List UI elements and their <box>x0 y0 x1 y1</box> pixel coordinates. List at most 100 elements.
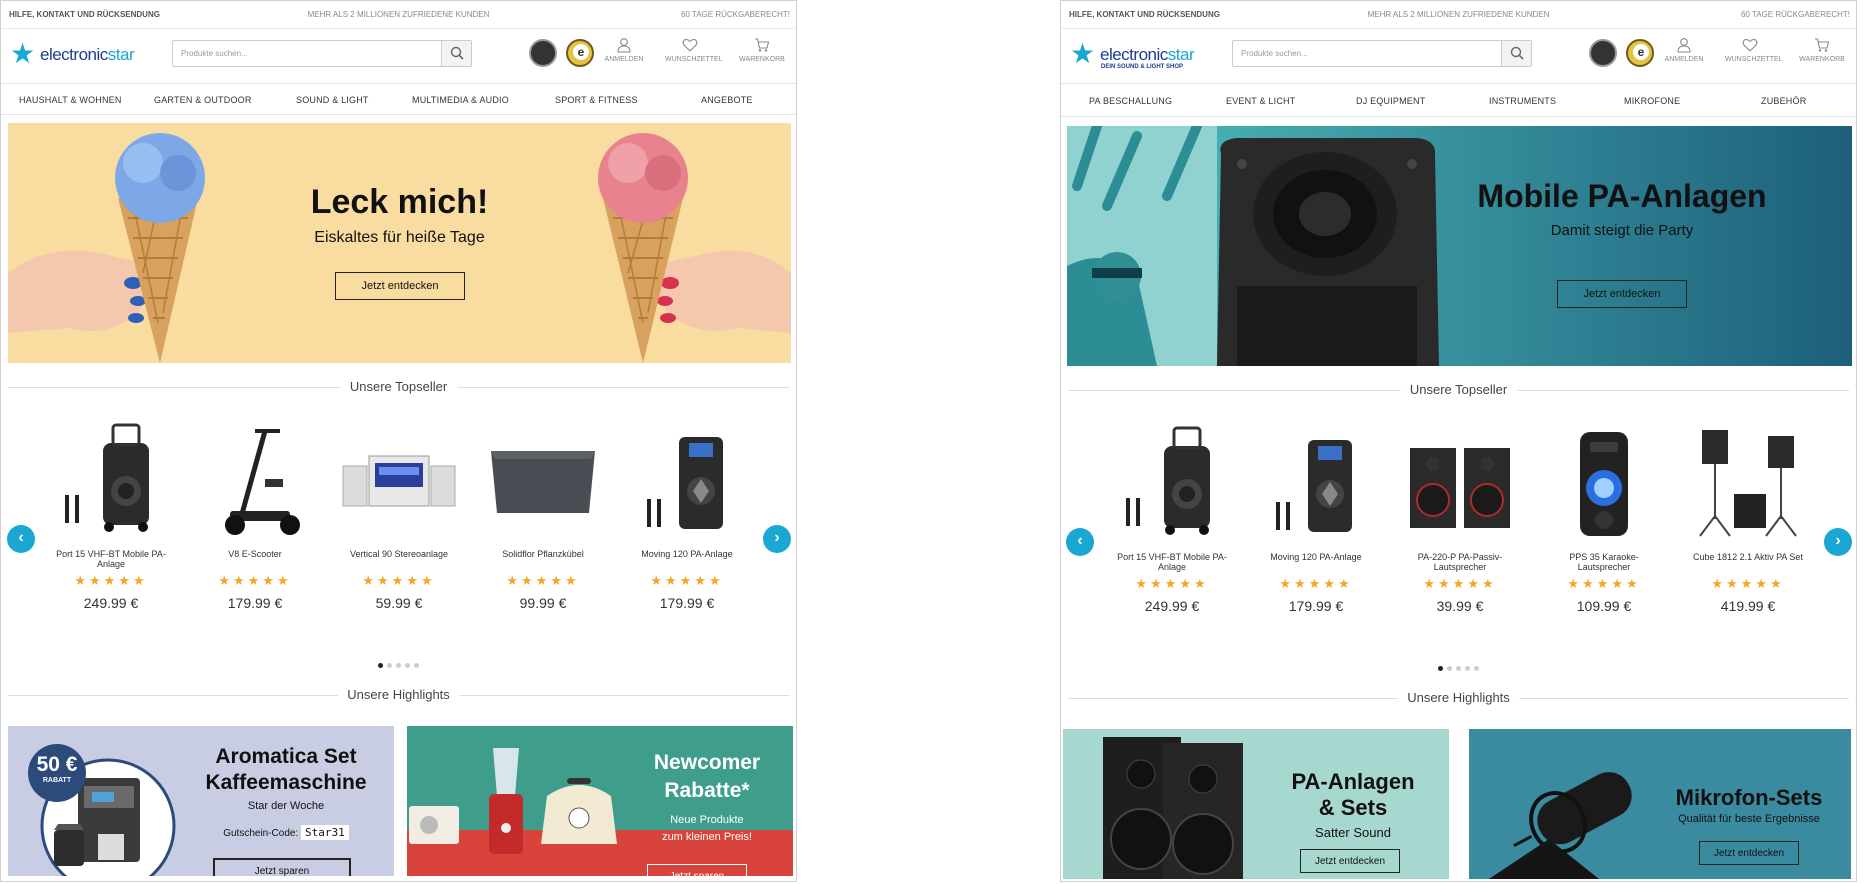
highlights-heading: Unsere Highlights <box>1061 690 1856 706</box>
star-logo-icon: ★ <box>10 38 36 69</box>
highlight-tile-newcomer[interactable]: Newcomer Rabatte* Neue Produkte zum klei… <box>407 726 793 876</box>
search-box <box>172 40 472 67</box>
carousel-dot[interactable] <box>1438 666 1443 671</box>
trust-seal-badge[interactable] <box>529 39 557 67</box>
highlight-tile-mic[interactable]: Mikrofon-Sets Qualität für beste Ergebni… <box>1469 729 1851 879</box>
carousel-dot[interactable] <box>396 663 401 668</box>
search-input[interactable] <box>1233 41 1501 66</box>
highlight-tile-pa[interactable]: PA-Anlagen & Sets Satter Sound Jetzt ent… <box>1063 729 1449 879</box>
rating-stars-icon: ★★★★★ <box>1711 576 1785 591</box>
search-input[interactable] <box>173 41 441 66</box>
rating-stars-icon: ★★★★★ <box>506 573 580 588</box>
search-button[interactable] <box>1501 41 1531 66</box>
wishlist-button[interactable]: WUNSCHZETTEL <box>1725 37 1783 63</box>
carousel-dot[interactable] <box>1456 666 1461 671</box>
newcomer-save-button[interactable]: Jetzt sparen <box>647 864 747 876</box>
product-card[interactable]: Moving 120 PA-Anlage ★★★★★ 179.99 € <box>1251 424 1381 614</box>
cart-button[interactable]: WARENKORB <box>1797 37 1847 63</box>
star-logo-icon: ★ <box>1070 38 1096 69</box>
nav-item-multimedia[interactable]: MULTIMEDIA & AUDIO <box>412 95 509 105</box>
nav-item-dj[interactable]: DJ EQUIPMENT <box>1356 96 1425 106</box>
topseller-heading: Unsere Topseller <box>1 379 796 395</box>
rating-stars-icon: ★★★★★ <box>362 573 436 588</box>
carousel-next-button[interactable]: › <box>1824 528 1852 556</box>
nav-item-haushalt[interactable]: HAUSHALT & WOHNEN <box>19 95 122 105</box>
tile-title-line1: PA-Anlagen <box>1291 769 1415 794</box>
nav-item-garten[interactable]: GARTEN & OUTDOOR <box>154 95 252 105</box>
return-policy-link[interactable]: 60 TAGE RÜCKGABERECHT! <box>1741 10 1850 19</box>
login-button[interactable]: ANMELDEN <box>599 37 649 63</box>
discount-amount: 50 € <box>36 753 78 776</box>
wishlist-label: WUNSCHZETTEL <box>1725 56 1783 63</box>
rating-stars-icon: ★★★★★ <box>218 573 292 588</box>
wishlist-button[interactable]: WUNSCHZETTEL <box>665 37 723 63</box>
search-button[interactable] <box>441 41 471 66</box>
product-card[interactable]: Cube 1812 2.1 Aktiv PA Set ★★★★★ 419.99 … <box>1683 424 1813 614</box>
product-price: 99.99 € <box>519 595 567 611</box>
carousel-dot[interactable] <box>1447 666 1452 671</box>
search-box <box>1232 40 1532 67</box>
carousel-dot[interactable] <box>1465 666 1470 671</box>
nav-item-zubehoer[interactable]: ZUBEHÖR <box>1761 96 1806 106</box>
product-card[interactable]: Vertical 90 Stereoanlage ★★★★★ 59.99 € <box>334 421 464 611</box>
topseller-title: Unsere Topseller <box>1399 382 1518 397</box>
product-name: Port 15 VHF-BT Mobile PA-Anlage <box>1117 552 1227 572</box>
trusted-shops-badge[interactable]: e <box>1626 39 1654 67</box>
topseller-title: Unsere Topseller <box>339 379 458 394</box>
carousel-dot[interactable] <box>387 663 392 668</box>
hero-banner[interactable]: Mobile PA-Anlagen Damit steigt die Party… <box>1067 126 1852 366</box>
product-card[interactable]: PPS 35 Karaoke-Lautsprecher ★★★★★ 109.99… <box>1539 424 1669 614</box>
nav-item-pa[interactable]: PA BESCHALLUNG <box>1089 96 1172 106</box>
login-button[interactable]: ANMELDEN <box>1659 37 1709 63</box>
nav-item-event[interactable]: EVENT & LICHT <box>1226 96 1295 106</box>
login-label: ANMELDEN <box>1664 56 1704 63</box>
trusted-shops-badge[interactable]: e <box>566 39 594 67</box>
pa-discover-button[interactable]: Jetzt entdecken <box>1300 849 1400 873</box>
product-card[interactable]: Port 15 VHF-BT Mobile PA-Anlage ★★★★★ 24… <box>46 421 176 611</box>
rating-stars-icon: ★★★★★ <box>650 573 724 588</box>
product-image <box>627 421 747 541</box>
carousel-dot[interactable] <box>378 663 383 668</box>
chevron-right-icon: › <box>1835 532 1841 549</box>
product-name: Moving 120 PA-Anlage <box>641 549 733 559</box>
product-card[interactable]: Solidflor Pflanzkübel ★★★★★ 99.99 € <box>478 421 608 611</box>
hero-subtitle: Damit steigt die Party <box>1550 222 1694 239</box>
main-nav: HAUSHALT & WOHNEN GARTEN & OUTDOOR SOUND… <box>1 83 796 115</box>
product-card[interactable]: PA-220-P PA-Passiv-Lautsprecher ★★★★★ 39… <box>1395 424 1525 614</box>
nav-item-sound-light[interactable]: SOUND & LIGHT <box>296 95 369 105</box>
cart-button[interactable]: WARENKORB <box>737 37 787 63</box>
nav-item-sport[interactable]: SPORT & FITNESS <box>555 95 638 105</box>
mic-discover-button[interactable]: Jetzt entdecken <box>1699 841 1799 865</box>
highlight-tile-coffee[interactable]: 50 € RABATT Aromatica Set Kaffeemaschine… <box>8 726 394 876</box>
trust-seal-badge[interactable] <box>1589 39 1617 67</box>
coffee-save-button[interactable]: Jetzt sparen <box>213 858 351 876</box>
hero-cta-button[interactable]: Jetzt entdecken <box>335 272 465 300</box>
nav-item-mikrofone[interactable]: MIKROFONE <box>1624 96 1680 106</box>
carousel-next-button[interactable]: › <box>763 525 791 553</box>
hero-banner[interactable]: Leck mich! Eiskaltes für heiße Tage Jetz… <box>8 123 791 363</box>
product-card[interactable]: Moving 120 PA-Anlage ★★★★★ 179.99 € <box>622 421 752 611</box>
search-icon <box>1510 46 1524 60</box>
logo-text-b: star <box>1167 45 1195 64</box>
cart-icon <box>1815 38 1830 52</box>
chevron-left-icon: ‹ <box>1077 532 1083 549</box>
product-image <box>339 421 459 541</box>
trusted-e-icon: e <box>1633 44 1649 60</box>
carousel-prev-button[interactable]: ‹ <box>1066 528 1094 556</box>
nav-item-angebote[interactable]: ANGEBOTE <box>701 95 753 105</box>
product-card[interactable]: Port 15 VHF-BT Mobile PA-Anlage ★★★★★ 24… <box>1107 424 1237 614</box>
nav-item-instruments[interactable]: INSTRUMENTS <box>1489 96 1556 106</box>
carousel-dot[interactable] <box>405 663 410 668</box>
carousel-prev-button[interactable]: ‹ <box>7 525 35 553</box>
product-price: 419.99 € <box>1720 598 1776 614</box>
carousel-dot[interactable] <box>414 663 419 668</box>
hero-cta-button[interactable]: Jetzt entdecken <box>1557 280 1687 308</box>
main-nav: PA BESCHALLUNG EVENT & LICHT DJ EQUIPMEN… <box>1061 83 1856 117</box>
product-price: 179.99 € <box>659 595 715 611</box>
product-card[interactable]: V8 E-Scooter ★★★★★ 179.99 € <box>190 421 320 611</box>
chevron-right-icon: › <box>774 529 780 546</box>
wishlist-label: WUNSCHZETTEL <box>665 56 723 63</box>
return-policy-link[interactable]: 60 TAGE RÜCKGABERECHT! <box>681 10 790 19</box>
customers-claim: MEHR ALS 2 MILLIONEN ZUFRIEDENE KUNDEN <box>1367 10 1550 19</box>
carousel-dot[interactable] <box>1474 666 1479 671</box>
